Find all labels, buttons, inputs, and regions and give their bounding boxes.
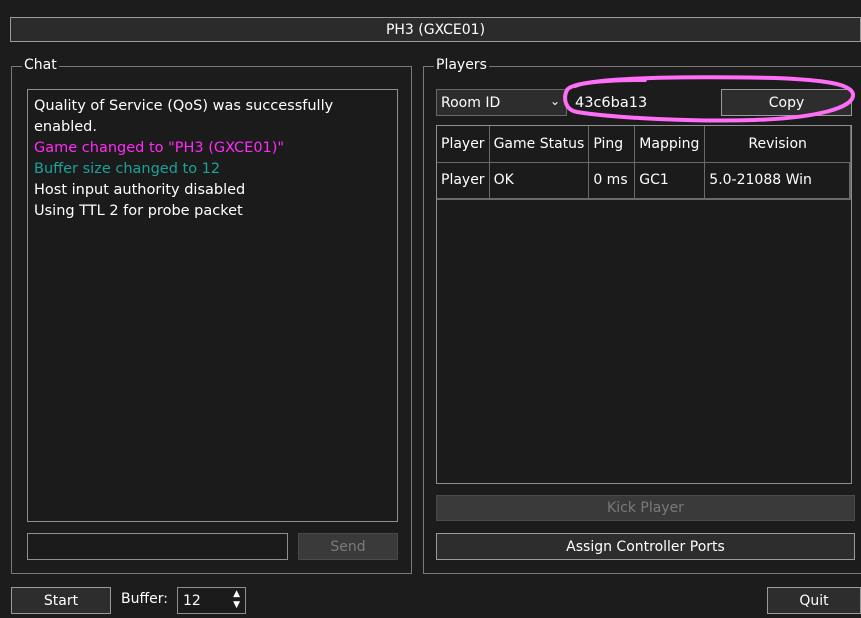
highlight-annotation <box>563 75 855 123</box>
chat-message: Host input authority disabled <box>34 182 246 198</box>
kick-player-button-label: Kick Player <box>607 500 684 516</box>
buffer-label: Buffer: <box>121 591 168 607</box>
quit-button-label: Quit <box>799 592 829 609</box>
chat-input[interactable] <box>27 533 288 560</box>
table-cell: Player <box>437 162 490 198</box>
quit-button[interactable]: Quit <box>767 587 861 614</box>
column-header[interactable]: Ping <box>588 126 636 163</box>
chat-message: Game changed to "PH3 (GXCE01)" <box>34 140 285 156</box>
assign-controller-ports-button-label: Assign Controller Ports <box>566 538 725 555</box>
table-row[interactable]: Player OK 0 ms GC1 5.0-21088 Win <box>437 162 851 198</box>
chat-log[interactable]: Quality of Service (QoS) was successfull… <box>27 89 398 522</box>
send-button[interactable]: Send <box>298 533 398 560</box>
table-cell: 5.0-21088 Win <box>709 172 812 189</box>
chat-message: Buffer size changed to 12 <box>34 161 221 177</box>
players-table-grid: Player Game Status Ping Mapping Revision Pla… <box>437 126 851 198</box>
chat-messages: Quality of Service (QoS) was successfull… <box>34 96 391 222</box>
players-table-header: Player Game Status Ping Mapping Revision <box>437 126 851 163</box>
column-header[interactable]: Revision <box>704 126 851 163</box>
assign-controller-ports-button[interactable]: Assign Controller Ports <box>436 533 855 560</box>
start-button-label: Start <box>43 592 79 609</box>
window-title: PH3 (GXCE01) <box>385 21 486 38</box>
chat-message: Using TTL 2 for probe packet <box>34 203 243 219</box>
buffer-value: 12 <box>183 592 201 609</box>
send-button-label: Send <box>330 538 366 555</box>
table-cell: GC1 <box>634 162 706 198</box>
table-cell: 0 ms <box>588 162 636 198</box>
chat-group-label: Chat <box>22 57 59 73</box>
room-type-select-value: Room ID <box>441 94 501 111</box>
players-table[interactable]: Player Game Status Ping Mapping Revision Pla… <box>436 125 852 484</box>
spin-down-icon[interactable]: ▼ <box>233 600 240 611</box>
kick-player-button[interactable]: Kick Player <box>436 495 855 521</box>
column-header[interactable]: Mapping <box>634 126 706 163</box>
table-scrollbar[interactable] <box>849 162 851 198</box>
room-type-select[interactable]: Room ID ⌄ <box>436 89 567 116</box>
column-header[interactable]: Player <box>437 126 490 163</box>
buffer-spinbox[interactable]: 12 ▲ ▼ <box>177 587 246 614</box>
spin-up-icon[interactable]: ▲ <box>233 589 240 600</box>
column-header[interactable]: Game Status <box>489 126 590 163</box>
chat-message: enabled. <box>34 119 97 135</box>
table-divider <box>437 198 851 200</box>
players-group-label: Players <box>434 57 489 73</box>
spin-arrows-icon[interactable]: ▲ ▼ <box>233 589 240 611</box>
table-cell: OK <box>489 162 590 198</box>
start-button[interactable]: Start <box>11 587 111 614</box>
title-bar: PH3 (GXCE01) <box>10 17 861 42</box>
chat-message: Quality of Service (QoS) was successfull… <box>34 98 334 114</box>
